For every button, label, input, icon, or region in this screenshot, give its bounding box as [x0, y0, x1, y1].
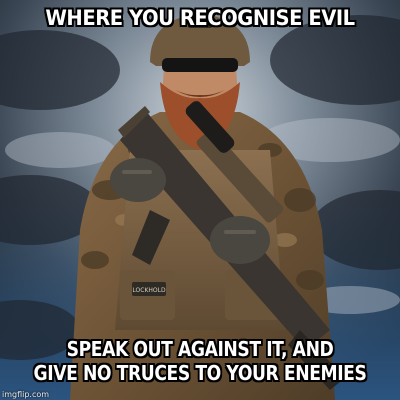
lockhold-patch-text: LOCKHOLD	[132, 287, 166, 294]
sunglasses	[162, 58, 238, 72]
imgflip-watermark: imgflip.com	[2, 390, 50, 399]
right-gloved-hand	[210, 216, 270, 264]
top-caption: WHERE YOU RECOGNISE EVIL	[45, 6, 355, 30]
bottom-caption: SPEAK OUT AGAINST IT, AND GIVE NO TRUCES…	[28, 337, 372, 385]
bottom-caption-line-1: SPEAK OUT AGAINST IT, AND	[66, 337, 334, 361]
left-gloved-hand	[110, 158, 166, 202]
bottom-caption-line-2: GIVE NO TRUCES TO YOUR ENEMIES	[33, 360, 367, 385]
meme-image: LOCKHOLD WHERE YOU RECOGNISE EVIL SPEAK …	[0, 0, 400, 400]
